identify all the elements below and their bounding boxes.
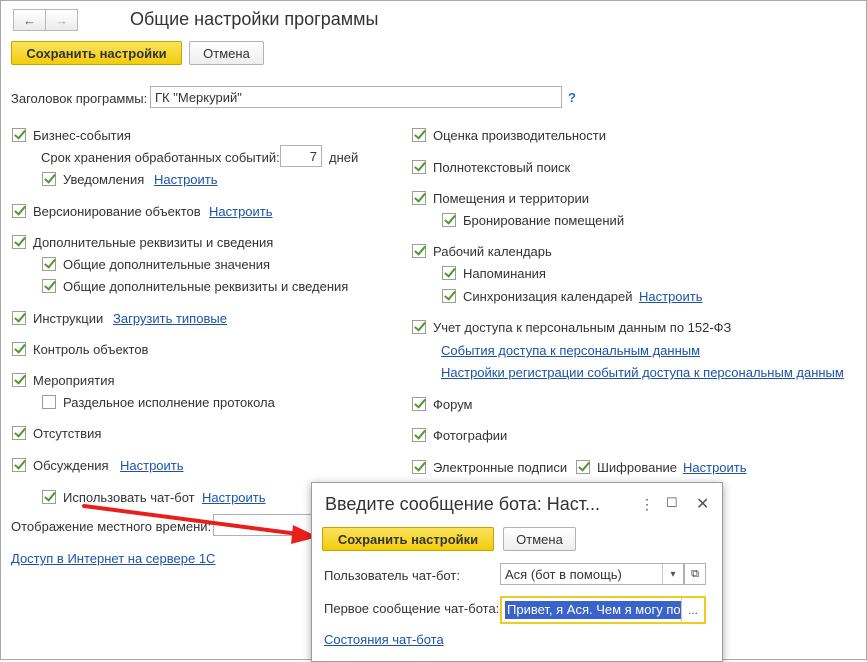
first-message-input[interactable]: Привет, я Ася. Чем я могу по ...: [500, 596, 706, 624]
dialog-title: Введите сообщение бота: Наст...: [325, 494, 600, 514]
first-message-label: Первое сообщение чат-бота:: [324, 601, 500, 616]
first-message-value: Привет, я Ася. Чем я могу по: [505, 601, 681, 619]
dropdown-icon[interactable]: ▾: [662, 564, 683, 584]
more-icon[interactable]: ⋮: [640, 496, 654, 513]
dialog-save-button[interactable]: Сохранить настройки: [322, 527, 494, 551]
maximize-icon[interactable]: ☐: [666, 495, 678, 511]
open-editor-button[interactable]: ...: [681, 598, 704, 622]
bot-states-link[interactable]: Состояния чат-бота: [324, 632, 444, 647]
bot-user-label: Пользователь чат-бот:: [324, 568, 460, 583]
close-icon[interactable]: ✕: [696, 494, 709, 514]
bot-user-select[interactable]: Ася (бот в помощь) ▾: [500, 563, 684, 585]
bot-user-value: Ася (бот в помощь): [505, 566, 622, 582]
open-icon[interactable]: ⧉: [684, 563, 706, 585]
dialog-cancel-button[interactable]: Отмена: [503, 527, 576, 551]
